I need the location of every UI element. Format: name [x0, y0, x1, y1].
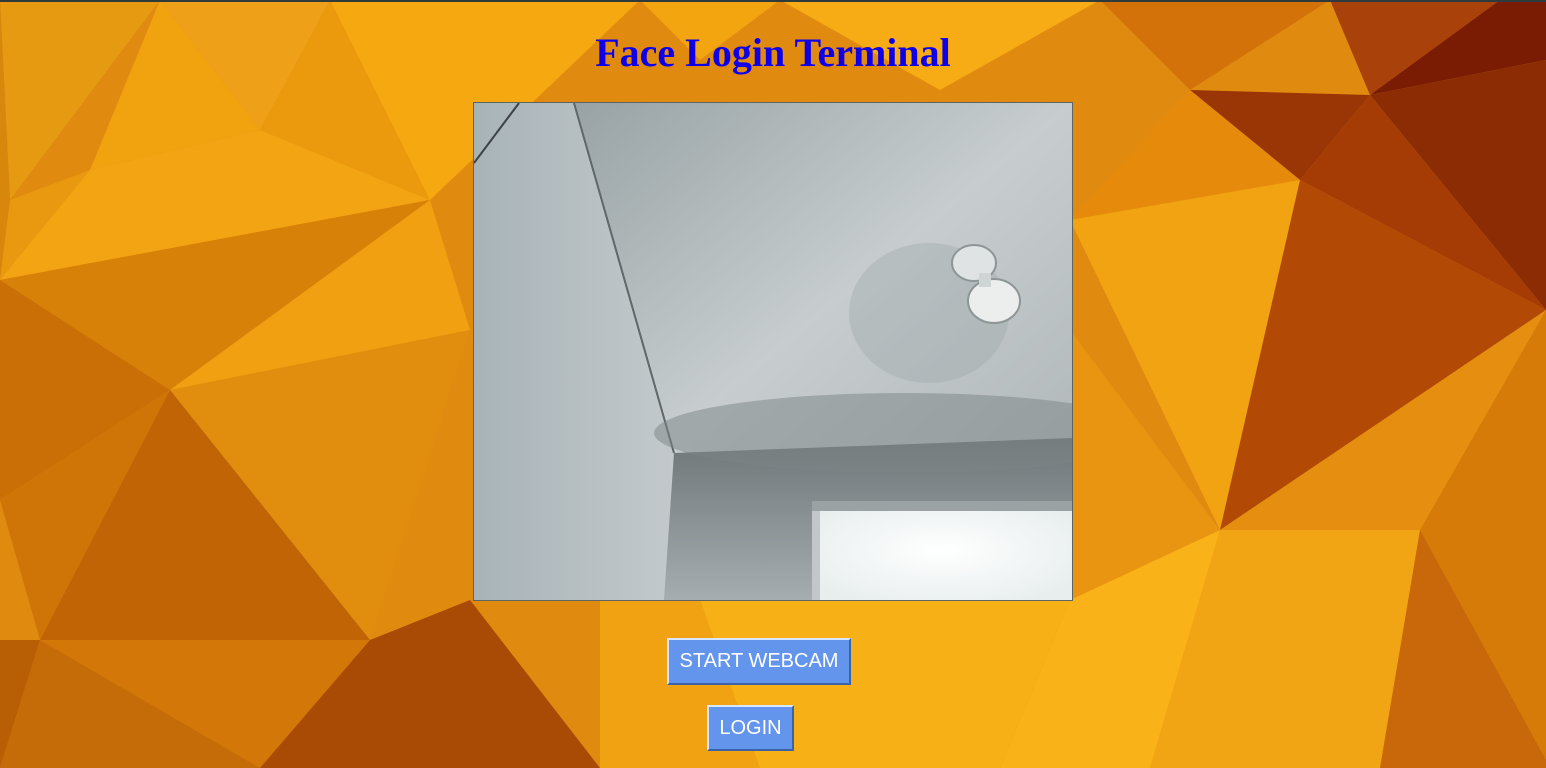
start-webcam-button[interactable]: START WEBCAM: [667, 638, 851, 685]
page-title: Face Login Terminal: [595, 30, 951, 75]
top-edge-line: [0, 0, 1546, 2]
webcam-preview: [473, 102, 1073, 601]
login-button[interactable]: LOGIN: [707, 705, 794, 751]
webcam-frame-image: [474, 103, 1072, 600]
